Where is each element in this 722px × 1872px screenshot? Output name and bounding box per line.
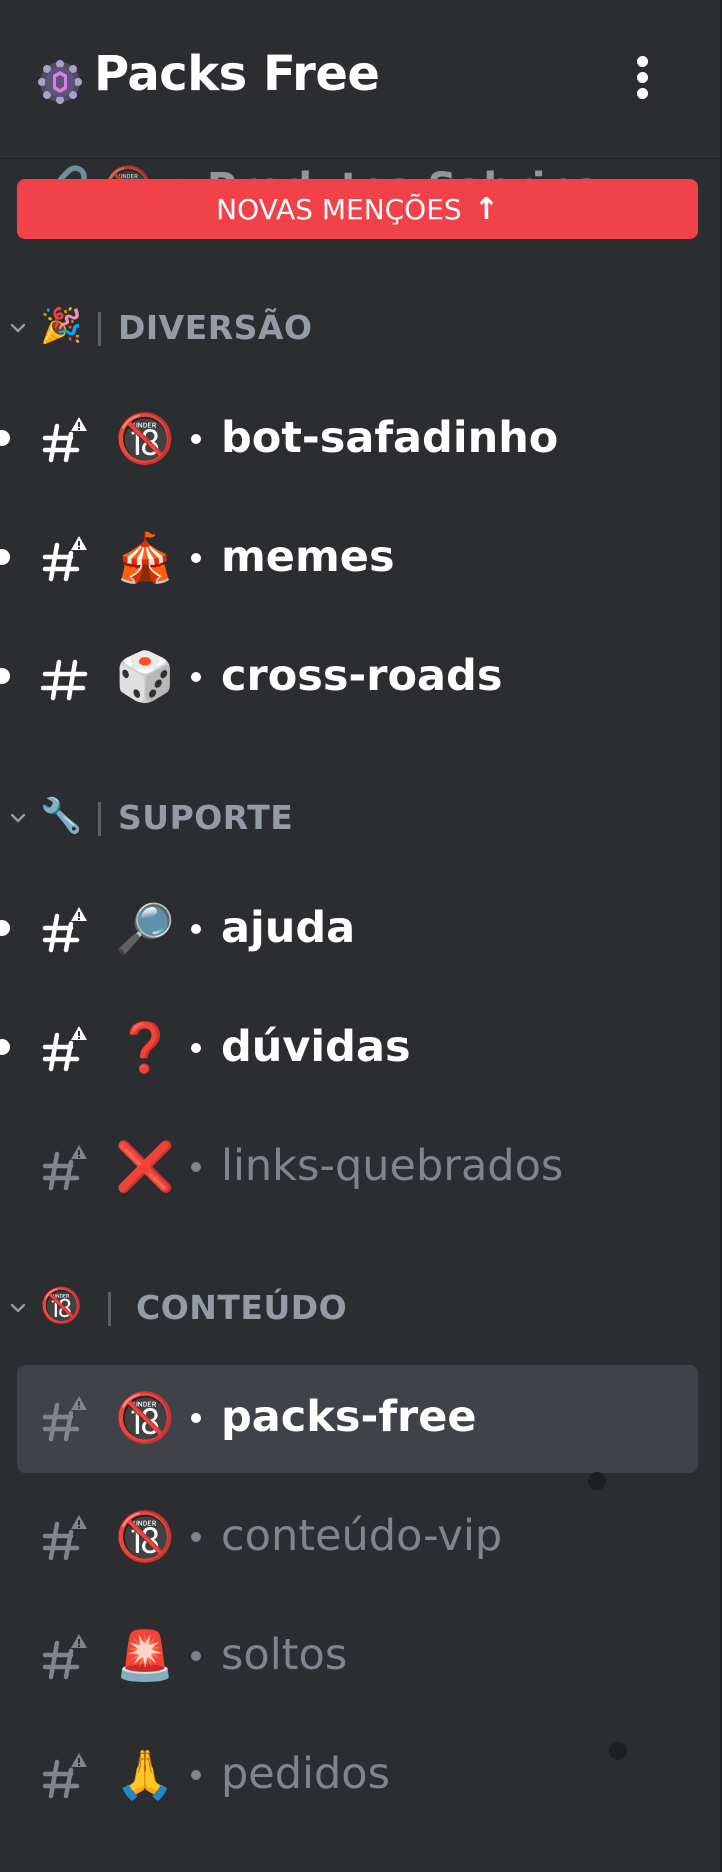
text-channel-nsfw-icon <box>42 1515 87 1561</box>
bullet-separator <box>191 672 201 682</box>
chevron-down-icon <box>10 813 26 823</box>
channel-bot-safadinho[interactable]: 🔞 bot-safadinho <box>0 386 698 494</box>
bullet-separator <box>191 924 201 934</box>
new-mentions-banner[interactable]: NOVAS MENÇÕES ↑ <box>17 179 698 239</box>
channel-emoji: 🔞 <box>115 1509 175 1565</box>
text-channel-nsfw-icon <box>42 1145 87 1191</box>
text-channel-nsfw-icon <box>42 536 87 582</box>
channel-ajuda[interactable]: 🔎 ajuda <box>0 876 698 984</box>
channel-name: memes <box>221 532 395 582</box>
bullet-separator <box>191 1413 201 1423</box>
bullet-separator <box>191 553 201 563</box>
server-name[interactable]: Packs Free <box>94 46 380 102</box>
category-conteudo[interactable]: 🔞 CONTEÚDO <box>0 1278 720 1338</box>
category-emoji: 🎉 <box>40 306 83 346</box>
category-separator <box>98 312 101 346</box>
kebab-menu-icon[interactable] <box>630 52 654 108</box>
unread-indicator <box>0 1039 10 1055</box>
category-diversao[interactable]: 🎉 DIVERSÃO <box>0 298 720 358</box>
channel-memes[interactable]: 🎪 memes <box>0 505 698 613</box>
channel-emoji: ❌ <box>115 1139 175 1195</box>
channel-name: bot-safadinho <box>221 413 559 463</box>
unread-indicator <box>0 668 10 684</box>
unread-indicator <box>0 920 10 936</box>
channel-duvidas[interactable]: ❓ dúvidas <box>0 995 698 1103</box>
text-channel-hash-icon <box>41 659 88 701</box>
unread-indicator <box>0 549 10 565</box>
channel-emoji: ❓ <box>115 1020 175 1076</box>
category-emoji: 🔧 <box>40 796 83 836</box>
unread-indicator <box>0 430 10 446</box>
channel-pedidos[interactable]: 🙏 pedidos <box>17 1722 698 1830</box>
channel-emoji: 🎪 <box>115 530 175 586</box>
category-separator <box>108 1292 111 1326</box>
channel-emoji: 🙏 <box>115 1747 175 1803</box>
new-mentions-label: NOVAS MENÇÕES <box>216 192 462 226</box>
background-speck <box>609 1742 627 1760</box>
bullet-separator <box>191 434 201 444</box>
channel-name: dúvidas <box>221 1022 411 1072</box>
channel-conteudo-vip[interactable]: 🔞 conteúdo-vip <box>17 1484 698 1592</box>
channel-sidebar: Packs Free 🔗 🔞 • Produtos-Sabrina NOVAS … <box>0 0 720 1872</box>
category-name: DIVERSÃO <box>118 308 313 347</box>
channel-emoji: 🔞 <box>115 411 175 467</box>
server-badge-icon <box>38 60 82 104</box>
channel-emoji: 🔞 <box>115 1390 175 1446</box>
chevron-down-icon <box>10 1303 26 1313</box>
chevron-down-icon <box>10 323 26 333</box>
text-channel-nsfw-icon <box>42 417 87 463</box>
text-channel-nsfw-icon <box>42 907 87 953</box>
category-name: SUPORTE <box>118 798 294 837</box>
arrow-up-icon: ↑ <box>473 191 499 227</box>
channel-emoji: 🚨 <box>115 1628 175 1684</box>
channel-name: packs-free <box>221 1392 477 1442</box>
category-separator <box>98 802 101 836</box>
channel-soltos[interactable]: 🚨 soltos <box>17 1603 698 1711</box>
bullet-separator <box>191 1770 201 1780</box>
category-emoji: 🔞 <box>40 1286 83 1326</box>
background-speck <box>588 1472 606 1490</box>
text-channel-nsfw-icon <box>42 1753 87 1799</box>
bullet-separator <box>191 1043 201 1053</box>
channel-packs-free[interactable]: 🔞 packs-free <box>17 1365 698 1473</box>
channel-name: pedidos <box>221 1749 390 1799</box>
category-name: CONTEÚDO <box>136 1288 348 1327</box>
channel-name: cross-roads <box>221 651 503 701</box>
channel-name: conteúdo-vip <box>221 1511 503 1561</box>
channel-cross-roads[interactable]: 🎲 cross-roads <box>0 624 698 732</box>
bullet-separator <box>191 1162 201 1172</box>
category-suporte[interactable]: 🔧 SUPORTE <box>0 788 720 848</box>
channel-name: links-quebrados <box>221 1141 564 1191</box>
text-channel-nsfw-icon <box>42 1026 87 1072</box>
text-channel-nsfw-icon <box>42 1396 87 1442</box>
text-channel-nsfw-icon <box>42 1634 87 1680</box>
channel-name: ajuda <box>221 903 356 953</box>
bullet-separator <box>191 1532 201 1542</box>
channel-emoji: 🎲 <box>115 649 175 705</box>
channel-links-quebrados[interactable]: ❌ links-quebrados <box>17 1114 698 1222</box>
channel-name: soltos <box>221 1630 348 1680</box>
channel-emoji: 🔎 <box>115 901 175 957</box>
bullet-separator <box>191 1651 201 1661</box>
server-header[interactable]: Packs Free <box>0 0 720 159</box>
